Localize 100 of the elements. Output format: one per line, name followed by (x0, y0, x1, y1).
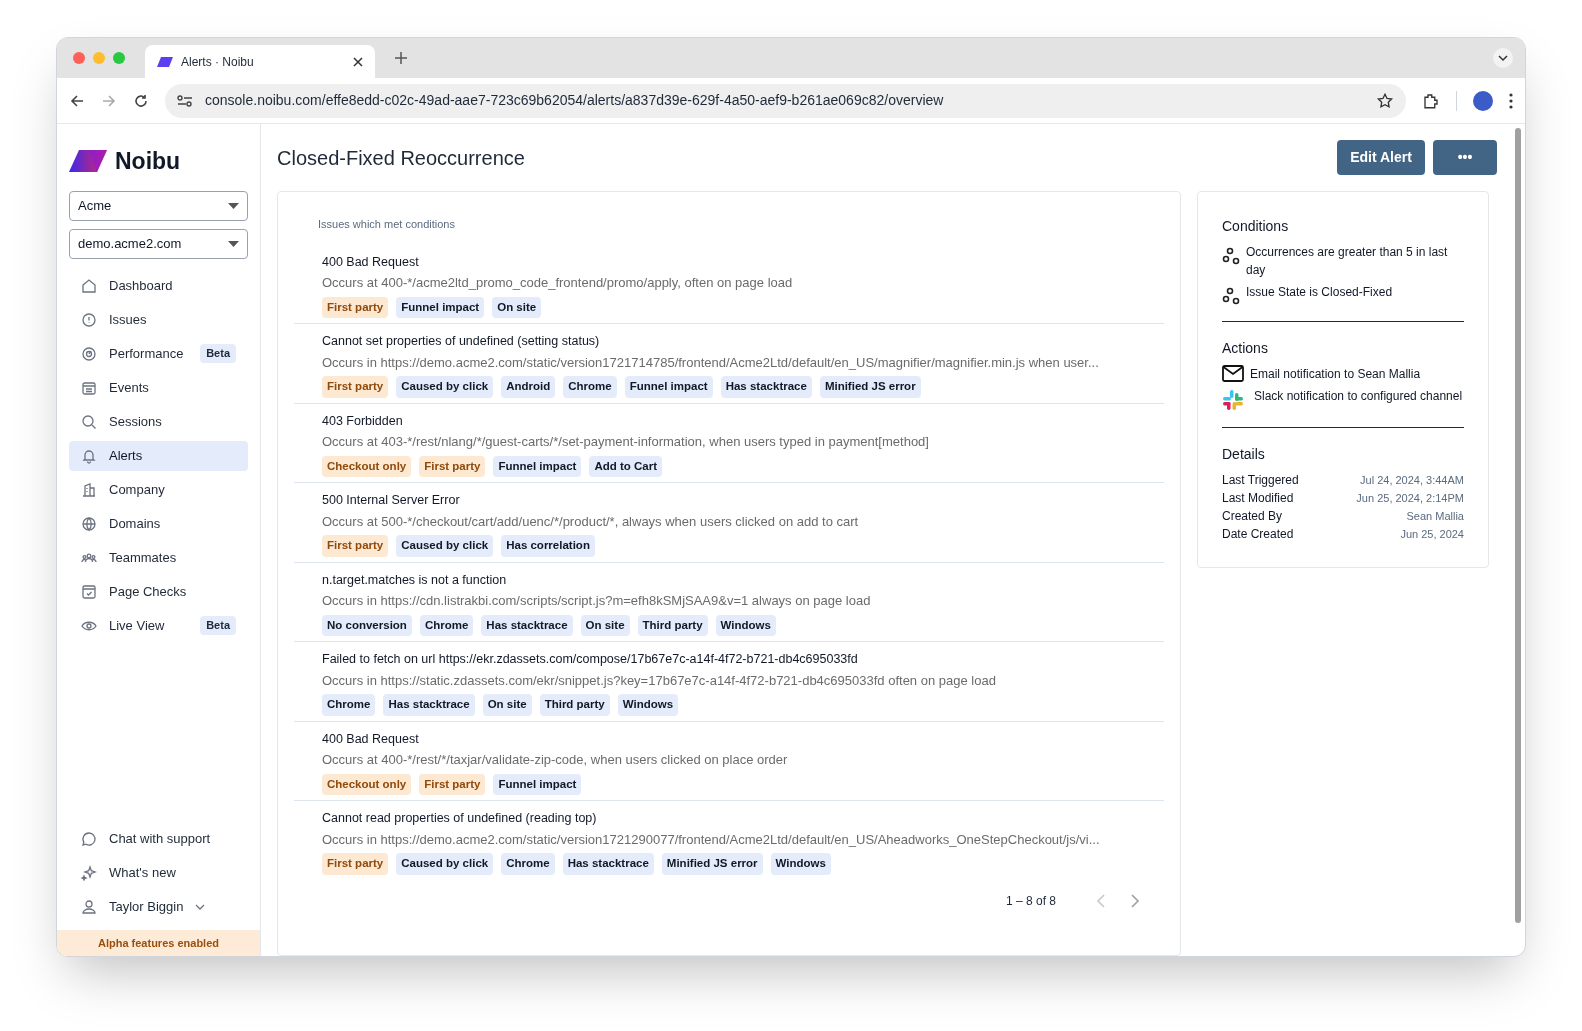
issue-title[interactable]: n.target.matches is not a function (322, 570, 1136, 590)
issue-description: Occurs in https://demo.acme2.com/static/version1721714785/frontend/Acme2Ltd/default/en_US/magnifier/magnifier.min.js when user... (322, 353, 1100, 372)
tag: No conversion (322, 614, 412, 636)
issue-description: Occurs in https://demo.acme2.com/static/version1721290077/frontend/Acme2Ltd/default/en_US/Aheadworks_OneStepCheckout/js/vi... (322, 830, 1101, 849)
issue-description: Occurs at 400-*/rest/*/taxjar/validate-zip-code, when users clicked on place order (322, 751, 789, 770)
user-icon (81, 898, 97, 915)
issue-description: Occurs at 500-*/checkout/cart/add/uenc/*/product/*, always when users clicked on add to cart (322, 512, 860, 531)
detail-value: Jun 25, 2024, 2:14PM (1356, 491, 1464, 506)
logo-text: Noibu (115, 147, 181, 176)
tag: First party (419, 455, 486, 477)
gauge-icon (81, 345, 97, 362)
tag: Has stacktrace (383, 694, 475, 716)
back-icon[interactable] (69, 92, 85, 109)
nav-item[interactable]: Teammates (69, 542, 248, 573)
nav-item[interactable]: Domains (69, 508, 248, 539)
beta-badge: Beta (200, 344, 236, 363)
dropdown[interactable]: demo.acme2.com (69, 228, 248, 259)
tab-list-icon[interactable] (1493, 48, 1513, 68)
nav-item[interactable]: Performance Beta (69, 338, 248, 369)
nav-item[interactable]: Company (69, 474, 248, 505)
next-page-icon[interactable] (1130, 892, 1140, 909)
caret-icon (228, 202, 239, 209)
reload-icon[interactable] (133, 92, 149, 109)
tag: Chrome (563, 376, 617, 398)
issue-title[interactable]: Cannot set properties of undefined (setting status) (322, 332, 1136, 351)
tag: Minified JS error (819, 376, 921, 398)
detail-value: Jun 25, 2024 (1400, 527, 1464, 542)
tag: Checkout only (322, 455, 412, 477)
tag: Funnel impact (396, 296, 485, 318)
detail-label: Last Modified (1222, 490, 1294, 507)
tag: First party (322, 853, 389, 875)
issue-description: Occurs in https://static.zdassets.com/ekr/snippet.js?key=17b67e7c-a14f-4f72-b721-db4c695033fd often on page load (322, 671, 997, 690)
issue-title[interactable]: Failed to fetch on url https://ekr.zdassets.com/compose/17b67e7c-a14f-4f72-b721-db4c695033fd (322, 650, 1136, 669)
tag: Third party (637, 614, 708, 636)
issue-title[interactable]: Cannot read properties of undefined (reading top) (322, 809, 1136, 828)
tag: First party (322, 535, 389, 557)
tag: Has stacktrace (562, 853, 654, 875)
close-tab-icon[interactable] (353, 56, 363, 67)
dropdown[interactable]: Acme (69, 190, 248, 221)
home-icon (81, 277, 97, 294)
issue-title[interactable]: 500 Internal Server Error (322, 491, 1136, 510)
alpha-features-banner: Alpha features enabled (57, 929, 260, 956)
tag: First party (322, 296, 389, 318)
detail-label: Last Triggered (1222, 472, 1299, 489)
new-tab-icon[interactable] (395, 52, 407, 64)
address-bar[interactable]: console.noibu.com/effe8edd-c02c-49ad-aae7-723c69b62054/alerts/a837d39e-629f-4a50-aef9-b261ae069c82/overview (165, 83, 1406, 118)
nav-item[interactable]: Chat with support (69, 823, 248, 854)
browser-tab[interactable]: Alerts · Noibu (145, 45, 375, 78)
issue-title[interactable]: 400 Bad Request (322, 729, 1136, 749)
tag: Windows (770, 853, 831, 875)
detail-label: Created By (1222, 508, 1283, 525)
star-icon[interactable] (1376, 91, 1394, 110)
section-heading: Details (1222, 445, 1266, 464)
tag: Chrome (501, 853, 555, 875)
nav-item[interactable]: Events (69, 372, 248, 403)
extensions-icon[interactable] (1422, 91, 1440, 110)
alert-circle-icon (81, 311, 97, 328)
chevron-down-icon (195, 903, 206, 910)
nav-item[interactable]: Dashboard (69, 270, 248, 301)
checklist-icon (81, 583, 97, 600)
chat-bubble-icon (81, 830, 97, 847)
tag: Third party (539, 694, 610, 716)
nav-item[interactable]: Sessions (69, 406, 248, 437)
tag: Caused by click (396, 853, 494, 875)
detail-value: Jul 24, 2024, 3:44AM (1360, 473, 1464, 488)
section-heading: Actions (1222, 339, 1269, 358)
logo-icon (69, 150, 107, 173)
bell-icon (81, 447, 97, 464)
url-text: console.noibu.com/effe8edd-c02c-49ad-aae7-723c69b62054/alerts/a837d39e-629f-4a50-aef9-b261ae069c82/overview (205, 91, 945, 110)
edit-alert-button[interactable]: Edit Alert (1337, 140, 1425, 175)
nav-item[interactable]: Live View Beta (69, 610, 248, 641)
logo-icon (157, 56, 173, 67)
tag: Caused by click (396, 535, 494, 557)
more-options-icon[interactable] (1509, 92, 1513, 109)
tag: Windows (617, 694, 679, 716)
issue-title[interactable]: 403 Forbidden (322, 411, 1136, 431)
detail-label: Date Created (1222, 526, 1294, 543)
nav-item[interactable]: Issues (69, 304, 248, 335)
tag: Android (501, 376, 556, 398)
tag: Caused by click (396, 376, 494, 398)
page-title: Closed-Fixed Reoccurrence (277, 145, 525, 171)
nav-item[interactable]: Taylor Biggin (69, 891, 248, 922)
issue-description: Occurs at 400-*/acme2ltd_promo_code_frontend/promo/apply, often on page load (322, 274, 794, 293)
nav-item[interactable]: What's new (69, 857, 248, 888)
nav-item[interactable]: Alerts (69, 440, 248, 471)
action-text: Email notification to Sean Mallia (1250, 366, 1421, 383)
section-heading: Issues which met conditions (317, 217, 456, 232)
tag: Funnel impact (493, 455, 582, 477)
issue-title[interactable]: 400 Bad Request (322, 252, 1136, 272)
profile-avatar[interactable] (1473, 90, 1493, 111)
tag: Funnel impact (624, 376, 713, 398)
nav-item[interactable]: Page Checks (69, 576, 248, 607)
calendar-icon (81, 379, 97, 396)
globe-icon (81, 515, 97, 532)
tag: On site (482, 694, 532, 716)
more-button[interactable]: ••• (1433, 140, 1497, 175)
condition-text: Issue State is Closed-Fixed (1246, 284, 1393, 301)
search-icon (81, 413, 97, 430)
action-text: Slack notification to configured channel (1254, 388, 1463, 405)
site-settings-icon[interactable] (177, 93, 193, 108)
